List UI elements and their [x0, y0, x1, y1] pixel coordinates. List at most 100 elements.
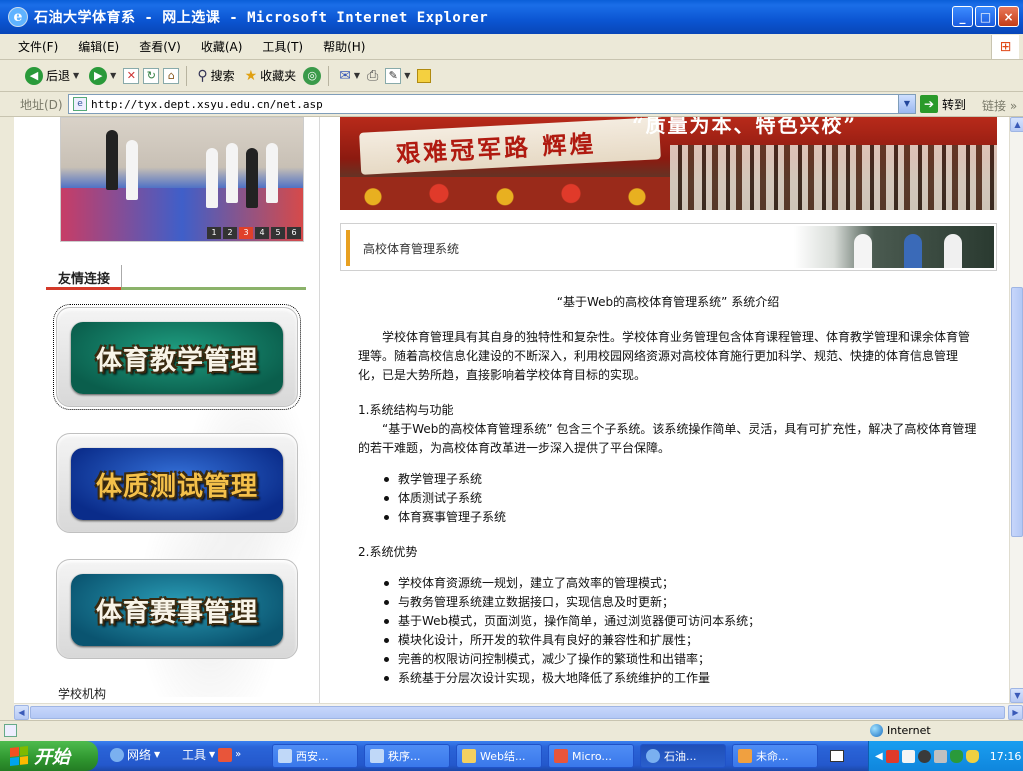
scroll-left-icon[interactable]: ◀: [14, 705, 29, 720]
tray-app-icon[interactable]: [885, 749, 899, 763]
list-item: 系统基于分层次设计实现，极大地降低了系统维护的工作量: [384, 669, 978, 688]
favorites-button[interactable]: ★ 收藏夹: [242, 65, 300, 86]
forward-button[interactable]: ▶ ▼: [86, 65, 119, 87]
tray-app-icon[interactable]: [901, 749, 915, 763]
photo-figure: [126, 140, 138, 200]
taskbar-item[interactable]: 未命...: [732, 744, 818, 768]
hero-crowd: [670, 145, 997, 210]
stop-icon[interactable]: ✕: [123, 67, 140, 84]
horizontal-scroll-thumb[interactable]: [30, 706, 1005, 719]
close-button[interactable]: ×: [998, 6, 1019, 27]
forward-dropdown-icon[interactable]: ▼: [110, 71, 116, 80]
menu-favorites[interactable]: 收藏(A): [201, 38, 243, 55]
taskbar-item[interactable]: 西安...: [272, 744, 358, 768]
banner-panel: 体育赛事管理: [71, 574, 283, 646]
minimize-button[interactable]: _: [952, 6, 973, 27]
security-shield-icon[interactable]: [949, 749, 963, 763]
banner-label: 体育赛事管理: [95, 597, 258, 628]
volume-icon[interactable]: [933, 749, 947, 763]
slide-page-button-active[interactable]: 3: [239, 227, 253, 239]
address-dropdown-icon[interactable]: ▼: [898, 95, 915, 113]
refresh-icon[interactable]: ↻: [143, 67, 160, 84]
menu-view[interactable]: 查看(V): [139, 38, 181, 55]
list-item: 教学管理子系统: [384, 470, 978, 489]
horizontal-scrollbar[interactable]: ◀ ▶: [14, 703, 1023, 720]
menu-file[interactable]: 文件(F): [18, 38, 58, 55]
event-management-link[interactable]: 体育赛事管理: [56, 559, 298, 659]
menu-edit[interactable]: 编辑(E): [78, 38, 119, 55]
list-item: 与教务管理系统建立数据接口，实现信息及时更新；: [384, 593, 978, 612]
zone-label: Internet: [887, 724, 931, 737]
windows-flag-icon: [10, 746, 28, 766]
slide-page-button[interactable]: 1: [207, 227, 221, 239]
list-item: 完善的权限访问控制模式，减少了操作的繁琐性和出错率；: [384, 650, 978, 669]
vertical-scrollbar[interactable]: ▲ ▼: [1009, 117, 1023, 703]
menu-tools[interactable]: 工具(T): [262, 38, 303, 55]
taskbar-item[interactable]: Micro...: [548, 744, 634, 768]
start-button[interactable]: 开始: [0, 741, 98, 771]
edit-dropdown-icon[interactable]: ▼: [404, 71, 410, 80]
photo-figure: [246, 148, 258, 208]
vertical-scroll-thumb[interactable]: [1011, 287, 1023, 537]
app-icon: [554, 749, 568, 763]
fitness-test-management-link[interactable]: 体质测试管理: [56, 433, 298, 533]
taskbar-item-label: 未命...: [756, 750, 789, 763]
media-icon[interactable]: ◎: [303, 66, 322, 85]
hero-banner: 艰难冠军路 辉煌 “质量为本、特色兴校”: [340, 117, 997, 210]
security-shield-icon[interactable]: [965, 749, 979, 763]
keyboard-icon[interactable]: [830, 750, 844, 762]
scroll-right-icon[interactable]: ▶: [1008, 705, 1023, 720]
maximize-button[interactable]: □: [975, 6, 996, 27]
home-icon[interactable]: ⌂: [163, 67, 180, 84]
slideshow-photo[interactable]: 1 2 3 4 5 6: [60, 117, 304, 242]
banner-label: 体育教学管理: [95, 345, 258, 376]
tray-arrow-icon[interactable]: ◀: [875, 751, 883, 762]
back-button[interactable]: ◀ 后退 ▼: [22, 65, 82, 87]
more-icon[interactable]: »: [235, 749, 241, 760]
taskbar-item-active[interactable]: 石油...: [640, 744, 726, 768]
taskbar-item-label: Web结...: [480, 750, 526, 763]
slide-page-button[interactable]: 4: [255, 227, 269, 239]
slide-page-button[interactable]: 2: [223, 227, 237, 239]
mail-button[interactable]: ✉ ▼: [336, 66, 363, 86]
taskbar-item[interactable]: 秩序...: [364, 744, 450, 768]
address-url: http://tyx.dept.xsyu.edu.cn/net.asp: [91, 97, 323, 111]
search-label: 搜索: [210, 69, 235, 83]
slide-page-button[interactable]: 6: [287, 227, 301, 239]
search-icon: ⚲: [197, 67, 208, 84]
column-divider: [319, 117, 320, 703]
taskbar-item-label: 秩序...: [388, 750, 421, 763]
taskbar-item[interactable]: Web结...: [456, 744, 542, 768]
advantage-list: 学校体育资源统一规划，建立了高效率的管理模式； 与教务管理系统建立数据接口，实现…: [384, 574, 978, 688]
scroll-up-icon[interactable]: ▲: [1010, 117, 1023, 132]
print-icon[interactable]: ⎙: [367, 68, 378, 84]
menu-help[interactable]: 帮助(H): [323, 38, 365, 55]
quick-launch-tools[interactable]: 工具 ▼ »: [182, 746, 241, 763]
slide-page-button[interactable]: 5: [271, 227, 285, 239]
edit-button[interactable]: ✎ ▼: [382, 66, 413, 86]
back-dropdown-icon[interactable]: ▼: [73, 71, 79, 80]
section-1-body: “基于Web的高校体育管理系统” 包含三个子系统。该系统操作简单、灵活，具有可扩…: [358, 422, 977, 455]
taskbar-item-label: Micro...: [572, 749, 612, 763]
search-button[interactable]: ⚲ 搜索: [194, 65, 237, 86]
links-label[interactable]: 链接 »: [982, 97, 1017, 114]
address-label: 地址(D): [20, 97, 63, 112]
address-input[interactable]: e http://tyx.dept.xsyu.edu.cn/net.asp ▼: [68, 94, 916, 114]
tray-app-icon[interactable]: [917, 749, 931, 763]
window-icon: [278, 749, 292, 763]
title-bar[interactable]: e 石油大学体育系 - 网上选课 - Microsoft Internet Ex…: [0, 0, 1023, 34]
banner-panel: 体质测试管理: [71, 448, 283, 520]
folder-icon: [462, 749, 476, 763]
photo-person: [904, 234, 922, 268]
quick-launch-network[interactable]: 网络 ▼: [110, 746, 160, 763]
forward-arrow-icon: ▶: [89, 66, 108, 85]
mail-dropdown-icon[interactable]: ▼: [354, 71, 360, 80]
globe-icon: [870, 724, 883, 737]
go-button[interactable]: ➔ 转到: [920, 95, 966, 113]
photo-figure: [106, 130, 118, 190]
teaching-management-link[interactable]: 体育教学管理: [53, 304, 301, 410]
discuss-icon[interactable]: [417, 68, 432, 83]
banner-label: 体质测试管理: [95, 471, 258, 502]
scroll-down-icon[interactable]: ▼: [1010, 688, 1023, 703]
quick-tools-label: 工具: [182, 748, 207, 762]
